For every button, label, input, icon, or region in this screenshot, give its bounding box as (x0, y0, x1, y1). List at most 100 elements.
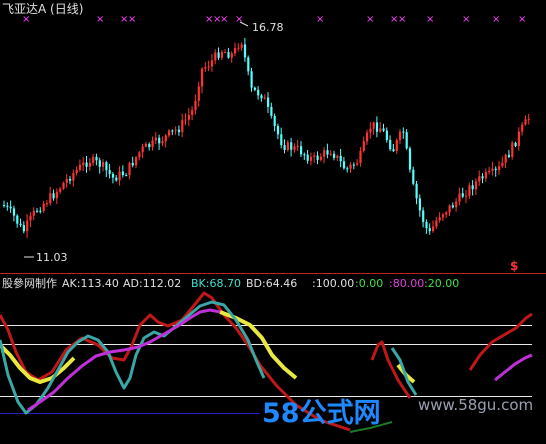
candle-body (309, 156, 313, 161)
candle-body (326, 150, 329, 155)
signal-marker: × (398, 14, 406, 25)
candle-body (316, 155, 319, 160)
candle-body (45, 203, 49, 205)
candle-body (111, 173, 115, 178)
candle-body (399, 131, 402, 141)
indicator-value-0: AK:113.40 (62, 277, 119, 290)
indicator-value-2: BK:68.70 (191, 277, 241, 290)
candle-body (75, 169, 78, 174)
candle-body (184, 119, 187, 121)
candle-body (465, 195, 468, 197)
candle-body (234, 48, 237, 54)
chart-canvas: × × × × × ×× × × × × × × × × × 飞亚达A (日线) 16.78 11.03 $… (0, 2, 546, 433)
candle-body (135, 157, 138, 166)
indicator-title: 股參网制作 (2, 276, 57, 290)
candle-body (339, 155, 342, 162)
candle-body (49, 193, 52, 204)
candle-body (342, 161, 346, 169)
indicator-value-3: BD:64.46 (246, 277, 297, 290)
candle-body (217, 52, 220, 58)
candle-body (19, 223, 22, 226)
candle-body (240, 44, 243, 48)
candle-body (9, 206, 12, 209)
candle-body (267, 97, 270, 107)
candle-body (333, 153, 336, 158)
candle-body (224, 51, 227, 53)
candle-body (484, 172, 487, 179)
candle-body (441, 214, 445, 218)
indicator-value-4: :100.00 (312, 277, 354, 290)
signal-marker: × (518, 14, 526, 25)
candle-body (346, 168, 349, 170)
candle-body (3, 205, 6, 206)
indicator-value-6: :80.00 (389, 277, 424, 290)
candle-body (121, 171, 124, 176)
candle-body (372, 122, 375, 129)
candle-body (95, 156, 98, 161)
watermark-url: www.58gu.com (418, 396, 533, 414)
signal-marker: × (128, 14, 136, 25)
candle-body (501, 162, 504, 167)
candle-body (237, 47, 240, 49)
candle-body (319, 156, 322, 160)
candle-body (306, 154, 309, 161)
watermark-brand: 58公式网 (262, 398, 381, 429)
candle-body (286, 142, 289, 150)
candle-body (243, 44, 247, 58)
candle-body (72, 173, 75, 181)
candle-body (395, 140, 398, 152)
candle-body (280, 134, 283, 146)
candle-body (144, 143, 148, 147)
candle-body (55, 191, 58, 199)
candle-body (154, 137, 157, 141)
candle-body (92, 156, 95, 163)
candle-body (290, 142, 293, 150)
signal-marker: × (366, 14, 374, 25)
candle-body (102, 162, 105, 167)
candle-body (313, 155, 316, 157)
candle-body (6, 205, 9, 207)
candle-body (207, 66, 210, 68)
candle-body (451, 205, 454, 208)
candle-body (412, 169, 415, 184)
indicator-value-1: AD:112.02 (123, 277, 181, 290)
watermark: 58公式网 www.58gu.com (262, 396, 533, 429)
candle-body (524, 119, 527, 125)
candle-body (197, 86, 200, 101)
candle-body (507, 154, 511, 157)
signal-marker: × (492, 14, 500, 25)
signal-marker: × (426, 14, 434, 25)
candle-body (521, 124, 524, 132)
high-annotation: 16.78 (252, 21, 284, 34)
candle-body (88, 162, 91, 167)
indicator-header: 股參网制作 AK:113.40 AD:112.02 BK:68.70 BD:64.46… (2, 276, 459, 290)
candle-body (517, 131, 520, 146)
ak-line-c (468, 312, 533, 371)
candle-body (293, 146, 296, 150)
candle-body (257, 89, 260, 96)
candle-body (12, 208, 16, 216)
dollar-icon: $ (510, 259, 518, 273)
candle-body (108, 170, 111, 174)
candle-body (468, 185, 471, 196)
candle-body (128, 162, 131, 176)
low-annotation: 11.03 (36, 251, 68, 264)
candle-body (191, 110, 194, 115)
candle-body (379, 128, 382, 132)
candle-body (392, 149, 395, 152)
window-title: 飞亚达A (日线) (2, 2, 83, 16)
candle-body (425, 221, 428, 229)
candle-body (273, 115, 276, 126)
candle-body (296, 146, 299, 148)
candle-body (491, 168, 494, 171)
candle-body (375, 122, 379, 132)
candle-body (22, 225, 25, 232)
candle-body (461, 193, 464, 197)
candle-body (527, 119, 530, 121)
candle-body (32, 210, 35, 216)
candle-body (389, 139, 392, 150)
indicator-value-7: :20.00 (424, 277, 459, 290)
signal-marker: × (316, 14, 324, 25)
candle-body (158, 137, 161, 144)
candle-body (39, 210, 42, 212)
